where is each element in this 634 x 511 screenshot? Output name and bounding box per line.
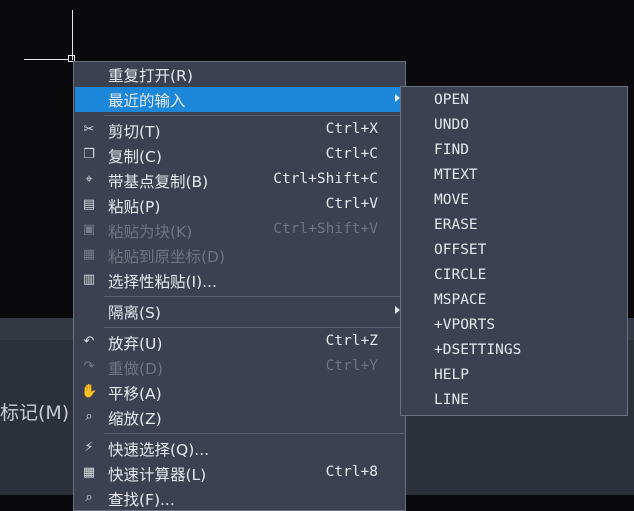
recent-command-item[interactable]: MOVE [434,192,469,208]
menu-item[interactable]: ▣ 粘贴为块(K) Ctrl+Shift+V [75,218,405,243]
menu-item-label: 平移(A) [108,385,162,403]
menu-item-label: 剪切(T) [108,123,161,141]
find-icon: ⌕ [85,490,93,505]
menu-item-label: 缩放(Z) [108,410,162,428]
recent-input-submenu: OPEN UNDO FIND MTEXT MOVE ERASE OFFSET CIRCLE MS… [400,86,628,416]
pan-hand-icon: ✋ [81,384,98,399]
recent-command-item[interactable]: OFFSET [434,242,486,258]
menu-item-shortcut: Ctrl+Z [325,333,378,349]
menu-item-shortcut: Ctrl+X [325,121,378,137]
menu-item-shortcut: Ctrl+C [325,146,378,162]
copy-with-basepoint-icon: ⌖ [85,172,93,187]
menu-item-label: 粘贴到原坐标(D) [108,248,226,266]
recent-command-item[interactable]: LINE [434,392,469,408]
paste-icon: ▤ [82,197,96,212]
background-menu-label: 标记(M) [0,402,70,424]
menu-item-label: 粘贴为块(K) [108,223,193,241]
paste-as-block-icon: ▣ [82,222,96,237]
menu-item[interactable]: 最近的输入 [75,87,405,112]
redo-icon: ↷ [83,359,95,374]
menu-item-label: 最近的输入 [108,92,186,110]
menu-item[interactable]: ↶ 放弃(U) Ctrl+Z [75,330,405,355]
menu-item[interactable]: ⌕ 缩放(Z) [75,405,405,430]
paste-original-coords-icon: ▦ [82,247,96,262]
recent-command-item[interactable]: UNDO [434,117,469,133]
menu-item-label: 重做(D) [108,360,164,378]
scissors-icon: ✂ [83,122,95,137]
recent-command-item[interactable]: HELP [434,367,469,383]
menu-item[interactable]: ▦ 粘贴到原坐标(D) [75,243,405,268]
recent-command-item[interactable]: CIRCLE [434,267,486,283]
recent-command-item[interactable]: OPEN [434,92,469,108]
menu-item-shortcut: Ctrl+Y [325,358,378,374]
menu-item[interactable]: ⌖ 带基点复制(B) Ctrl+Shift+C [75,168,405,193]
menu-item-label: 带基点复制(B) [108,173,209,191]
menu-item-shortcut: Ctrl+Shift+V [273,221,378,237]
menu-item[interactable]: ❐ 复制(C) Ctrl+C [75,143,405,168]
menu-separator [104,115,404,116]
menu-item[interactable]: ↷ 重做(D) Ctrl+Y [75,355,405,380]
crosshair-horizontal [24,59,68,60]
recent-command-item[interactable]: +VPORTS [434,317,495,333]
quick-select-icon: ⚡ [84,440,94,455]
recent-command-item[interactable]: ERASE [434,217,478,233]
menu-separator [104,296,404,297]
menu-item-label: 查找(F)... [108,491,175,509]
menu-item-label: 隔离(S) [108,304,161,322]
recent-command-item[interactable]: MTEXT [434,167,478,183]
menu-item-shortcut: Ctrl+Shift+C [273,171,378,187]
menu-item-label: 放弃(U) [108,335,163,353]
copy-icon: ❐ [83,147,95,162]
calculator-icon: ▦ [82,465,96,480]
menu-item-label: 复制(C) [108,148,162,166]
menu-item-label: 选择性粘贴(I)... [108,273,217,291]
menu-item-label: 粘贴(P) [108,198,161,216]
menu-item-shortcut: Ctrl+V [325,196,378,212]
menu-item-shortcut: Ctrl+8 [325,464,378,480]
menu-item[interactable]: ▤ 粘贴(P) Ctrl+V [75,193,405,218]
menu-item[interactable]: 隔离(S) [75,299,405,324]
recent-command-item[interactable]: FIND [434,142,469,158]
menu-item[interactable]: ▦ 快速计算器(L) Ctrl+8 [75,461,405,486]
recent-command-item[interactable]: +DSETTINGS [434,342,521,358]
zoom-icon: ⌕ [85,409,93,424]
menu-item[interactable]: ⌕ 查找(F)... [75,486,405,511]
menu-item[interactable]: 重复打开(R) [75,62,405,87]
menu-item-label: 快速选择(Q)... [108,441,210,459]
menu-separator [104,327,404,328]
menu-item[interactable]: ✋ 平移(A) [75,380,405,405]
crosshair-vertical [72,10,73,60]
menu-separator [104,433,404,434]
context-menu: 重复打开(R) 最近的输入 ✂ 剪切(T) Ctrl+X ❐ 复制(C) Ctrl+C ⌖ 带基点… [73,61,406,511]
menu-item-label: 快速计算器(L) [108,466,207,484]
menu-item[interactable]: ✂ 剪切(T) Ctrl+X [75,118,405,143]
paste-special-icon: ▥ [82,272,96,287]
undo-icon: ↶ [83,334,95,349]
recent-command-item[interactable]: MSPACE [434,292,486,308]
menu-item[interactable]: ⚡ 快速选择(Q)... [75,436,405,461]
menu-item-label: 重复打开(R) [108,67,193,85]
menu-item[interactable]: ▥ 选择性粘贴(I)... [75,268,405,293]
